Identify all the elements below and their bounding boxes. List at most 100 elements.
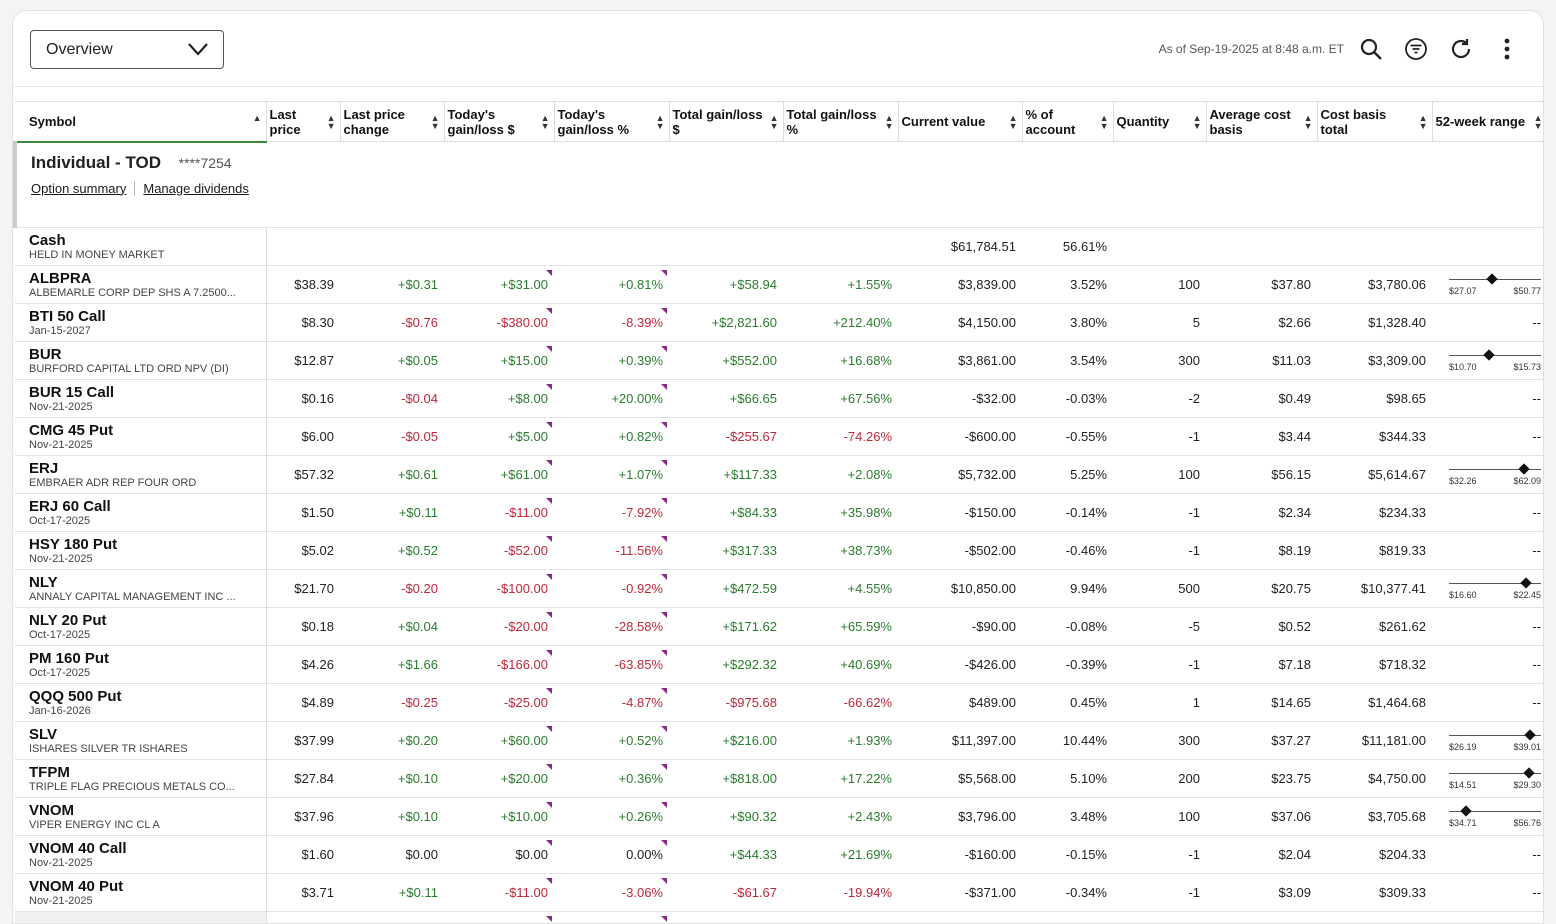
todays-gain-pct: +0.26% <box>554 797 669 836</box>
table-row[interactable]: TFPM TRIPLE FLAG PRECIOUS METALS CO... $27… <box>15 759 1543 798</box>
symbol-cell[interactable]: NLY 20 Put Oct-17-2025 <box>15 607 267 646</box>
symbol-cell[interactable]: BUR 15 Call Nov-21-2025 <box>15 379 267 418</box>
current-value: -$426.00 <box>898 645 1022 684</box>
table-row[interactable]: BUR BURFORD CAPITAL LTD ORD NPV (DI) $12.8… <box>15 341 1543 380</box>
symbol-cell[interactable]: TFPM TRIPLE FLAG PRECIOUS METALS CO... <box>15 759 267 798</box>
col-header-pct-account[interactable]: % of account ▲ ▼ <box>1022 101 1114 142</box>
col-header-last-price[interactable]: Last price ▲ ▼ <box>266 101 341 142</box>
52-week-range: -- <box>1432 303 1543 342</box>
pct-of-account: 5.25% <box>1022 455 1113 494</box>
table-row[interactable]: BTI 50 Call Jan-15-2027 $8.30 -$0.76 -$380.0… <box>15 303 1543 342</box>
symbol-description: VIPER ENERGY INC CL A <box>29 818 160 831</box>
col-header-quantity[interactable]: Quantity ▲ ▼ <box>1113 101 1207 142</box>
cash-row[interactable]: Cash HELD IN MONEY MARKET $61,784.51 56.… <box>15 227 1543 266</box>
last-price-change: +$0.20 <box>340 721 444 760</box>
symbol-cell[interactable]: BUR BURFORD CAPITAL LTD ORD NPV (DI) <box>15 341 267 380</box>
symbol-cell[interactable]: SLV ISHARES SILVER TR ISHARES <box>15 721 267 760</box>
current-value: $5,732.00 <box>898 455 1022 494</box>
account-number: ****7254 <box>178 154 232 171</box>
todays-gain-dollar: -$11.00 <box>444 493 554 532</box>
col-header-todays-gain-pct[interactable]: Today's gain/loss % ▲ ▼ <box>554 101 670 142</box>
symbol-cell[interactable]: VNOM 40 Call Nov-21-2025 <box>15 835 267 874</box>
symbol: VNOM <box>29 801 74 819</box>
col-header-average-cost[interactable]: Average cost basis ▲ ▼ <box>1206 101 1318 142</box>
col-header-symbol[interactable]: Symbol ▲ <box>15 101 267 143</box>
col-header-last-price-change[interactable]: Last price change ▲ ▼ <box>340 101 445 142</box>
total-gain-dollar: +$216.00 <box>669 721 783 760</box>
option-summary-link[interactable]: Option summary <box>31 181 134 196</box>
symbol-cell[interactable]: ERJ 60 Call Oct-17-2025 <box>15 493 267 532</box>
cost-basis-total: $3,309.00 <box>1317 341 1432 380</box>
refresh-icon[interactable] <box>1449 37 1473 61</box>
symbol-cell[interactable]: CMG 45 Put Nov-21-2025 <box>15 417 267 456</box>
symbol-cell[interactable]: ALBPRA ALBEMARLE CORP DEP SHS A 7.2500... <box>15 265 267 304</box>
current-value: -$371.00 <box>898 873 1022 912</box>
col-header-current-value[interactable]: Current value ▲ ▼ <box>898 101 1023 142</box>
col-header-todays-gain-dollar[interactable]: Today's gain/loss $ ▲ ▼ <box>444 101 555 142</box>
average-cost-basis: $20.75 <box>1206 569 1317 608</box>
cost-basis-total: $234.33 <box>1317 493 1432 532</box>
total-gain-dollar: -$61.67 <box>669 873 783 912</box>
table-row[interactable]: VNOM VIPER ENERGY INC CL A $37.96 +$0.10 +$1… <box>15 797 1543 836</box>
table-row[interactable]: NLY 20 Put Oct-17-2025 $0.18 +$0.04 -$20.00-… <box>15 607 1543 646</box>
symbol-cell[interactable]: PM 160 Put Oct-17-2025 <box>15 645 267 684</box>
symbol-description: BURFORD CAPITAL LTD ORD NPV (DI) <box>29 362 229 375</box>
table-row[interactable]: QQQ 500 Put Jan-16-2026 $4.89 -$0.25 -$25.00… <box>15 683 1543 722</box>
more-icon[interactable] <box>1495 37 1519 61</box>
average-cost-basis: $14.65 <box>1206 683 1317 722</box>
todays-gain-dollar: +$15.00 <box>444 341 554 380</box>
symbol-cell[interactable]: NLY ANNALY CAPITAL MANAGEMENT INC ... <box>15 569 267 608</box>
todays-gain-dollar: -$20.00 <box>444 607 554 646</box>
manage-dividends-link[interactable]: Manage dividends <box>134 180 257 196</box>
col-header-total-gain-dollar[interactable]: Total gain/loss $ ▲ ▼ <box>669 101 784 142</box>
cost-basis-total: $10,377.41 <box>1317 569 1432 608</box>
symbol-cell[interactable]: HSY 180 Put Nov-21-2025 <box>15 531 267 570</box>
table-row[interactable]: BUR 15 Call Nov-21-2025 $0.16 -$0.04 +$8.00 +… <box>15 379 1543 418</box>
col-header-total-gain-pct[interactable]: Total gain/loss % ▲ ▼ <box>783 101 899 142</box>
pct-of-account: -0.14% <box>1022 493 1113 532</box>
average-cost-basis: $7.18 <box>1206 645 1317 684</box>
table-row[interactable]: NLY ANNALY CAPITAL MANAGEMENT INC ... $21.… <box>15 569 1543 608</box>
symbol: PM 160 Put <box>29 649 110 667</box>
table-row[interactable]: SLV ISHARES SILVER TR ISHARES $37.99 +$0.20… <box>15 721 1543 760</box>
total-gain-pct: +1.55% <box>783 265 898 304</box>
range-high: $39.01 <box>1513 742 1541 752</box>
total-gain-dollar: -$255.67 <box>669 417 783 456</box>
symbol-cell[interactable]: VNOM VIPER ENERGY INC CL A <box>15 797 267 836</box>
52-week-range: $34.71 $56.76 <box>1432 797 1543 836</box>
table-row[interactable]: ERJ 60 Call Oct-17-2025 $1.50 +$0.11 -$11.00… <box>15 493 1543 532</box>
symbol-cell[interactable]: VNOM 40 Put Nov-21-2025 <box>15 873 267 912</box>
filter-icon[interactable] <box>1404 37 1428 61</box>
total-gain-dollar: +$171.62 <box>669 607 783 646</box>
table-row[interactable]: CMG 45 Put Nov-21-2025 $6.00 -$0.05 +$5.00 +0… <box>15 417 1543 456</box>
symbol-description: ANNALY CAPITAL MANAGEMENT INC ... <box>29 590 236 603</box>
col-header-cost-basis-total[interactable]: Cost basis total ▲ ▼ <box>1317 101 1433 142</box>
current-value: $5,568.00 <box>898 759 1022 798</box>
52-week-range: -- <box>1432 645 1543 684</box>
table-row[interactable]: HSY 180 Put Nov-21-2025 $5.02 +$0.52 -$52.00… <box>15 531 1543 570</box>
quantity: -1 <box>1113 873 1206 912</box>
table-row[interactable]: VNOM 40 Call Nov-21-2025 $1.60 $0.00 $0.00 0.… <box>15 835 1543 874</box>
view-dropdown[interactable]: Overview <box>30 30 224 69</box>
symbol-cell[interactable]: Cash HELD IN MONEY MARKET <box>15 227 267 266</box>
table-row[interactable]: VNOM 40 Put Nov-21-2025 $3.71 +$0.11 -$11.00… <box>15 873 1543 912</box>
total-todays-gain-dollar[interactable]: -$555.00 <box>444 911 554 923</box>
table-row[interactable]: PM 160 Put Oct-17-2025 $4.26 +$1.66 -$166.00… <box>15 645 1543 684</box>
last-price-change: +$1.66 <box>340 645 444 684</box>
symbol: HSY 180 Put <box>29 535 118 553</box>
range-empty: -- <box>1532 315 1541 330</box>
cost-basis-total: $344.33 <box>1317 417 1432 456</box>
col-header-52-week-range[interactable]: 52-week range ▲ ▼ <box>1432 101 1543 142</box>
symbol-cell[interactable]: BTI 50 Call Jan-15-2027 <box>15 303 267 342</box>
symbol-cell[interactable]: ERJ EMBRAER ADR REP FOUR ORD <box>15 455 267 494</box>
cost-basis-total: $204.33 <box>1317 835 1432 874</box>
table-row[interactable]: ALBPRA ALBEMARLE CORP DEP SHS A 7.2500...… <box>15 265 1543 304</box>
range-marker <box>1483 349 1495 361</box>
symbol-description: Oct-17-2025 <box>29 514 91 527</box>
search-icon[interactable] <box>1359 37 1383 61</box>
current-value: -$90.00 <box>898 607 1022 646</box>
table-row[interactable]: ERJ EMBRAER ADR REP FOUR ORD $57.32 +$0.61 +… <box>15 455 1543 494</box>
range-high: $22.45 <box>1513 590 1541 600</box>
symbol-cell[interactable]: QQQ 500 Put Jan-16-2026 <box>15 683 267 722</box>
range-low: $26.19 <box>1449 742 1477 752</box>
